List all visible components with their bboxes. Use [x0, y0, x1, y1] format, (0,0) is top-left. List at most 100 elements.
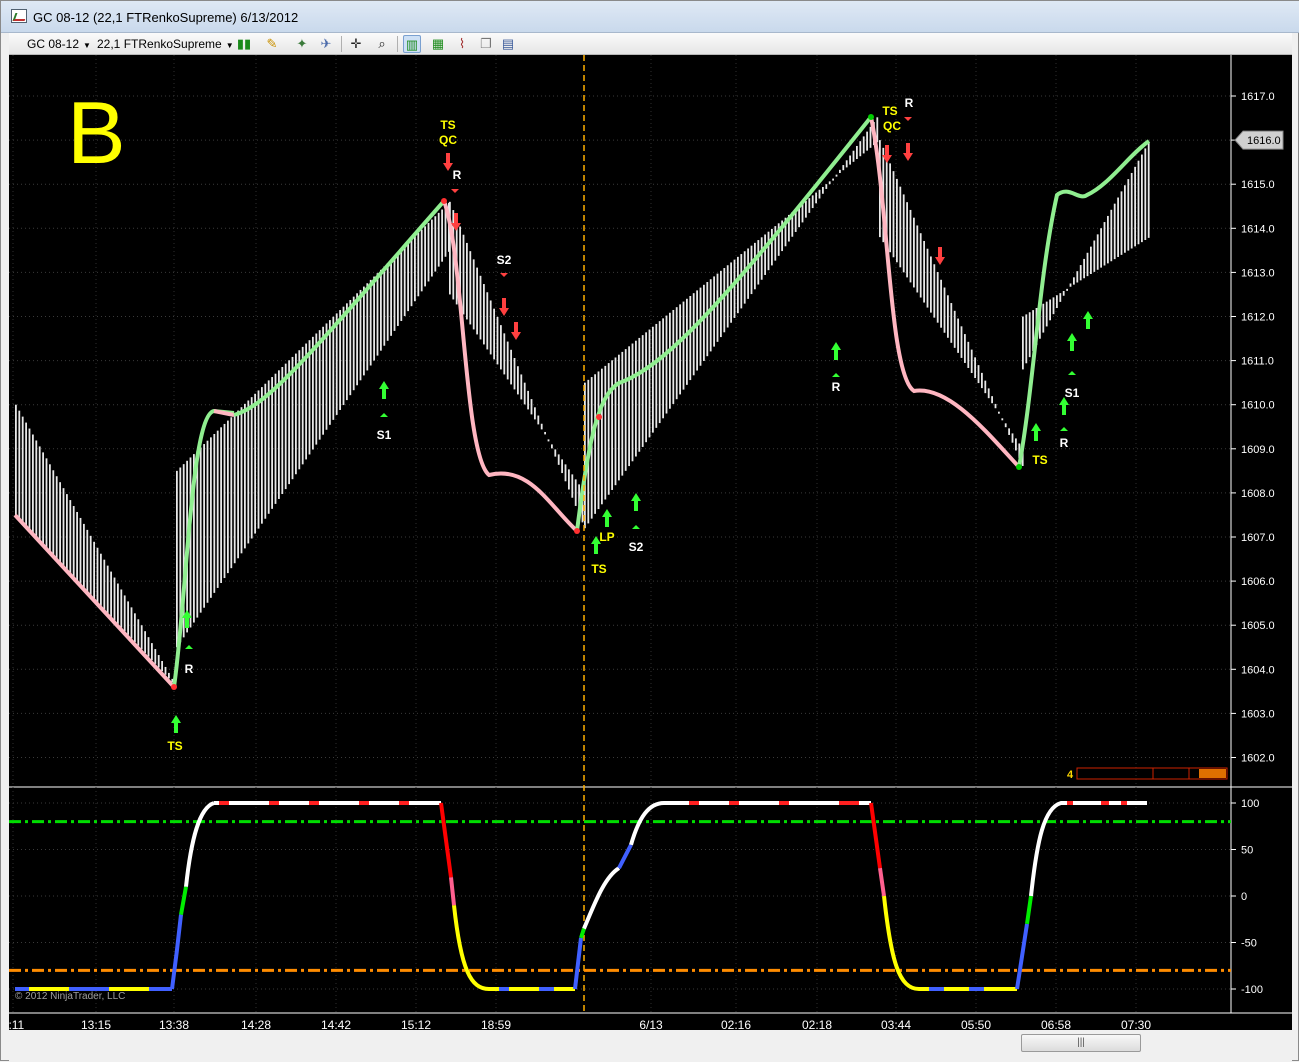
- trend-segment: [1017, 139, 1151, 468]
- oscillator-line: [449, 877, 456, 906]
- renko-bar: [1015, 438, 1017, 451]
- renko-bar: [1134, 166, 1136, 247]
- renko-bar: [1004, 423, 1007, 428]
- wand-icon[interactable]: ✦: [293, 35, 311, 53]
- instrument-selector[interactable]: GC 08-12 ▼: [27, 36, 91, 52]
- renko-bar: [655, 323, 658, 428]
- renko-bar: [203, 444, 205, 608]
- chart-area[interactable]: TS R S1 TS QC R S2 TS LP S2 R TS QC R TS R S1 1617.0 1615…: [9, 55, 1292, 1030]
- renko-bar: [902, 194, 905, 273]
- renko-bar: [852, 150, 855, 162]
- renko-bar: [176, 470, 178, 648]
- renko-bar: [434, 216, 437, 272]
- renko-bar: [520, 374, 523, 400]
- renko-bar: [410, 239, 413, 307]
- renko-bar: [760, 237, 763, 280]
- bar-style-icon[interactable]: ▦: [429, 35, 447, 53]
- renko-bar: [151, 643, 153, 661]
- renko-bar: [1073, 277, 1075, 285]
- renko-bar: [862, 136, 865, 154]
- renko-bar: [754, 242, 756, 290]
- renko-bar: [706, 282, 709, 357]
- renko-bar: [551, 444, 553, 449]
- renko-bar: [140, 625, 143, 650]
- renko-bar: [342, 306, 345, 406]
- renko-bar: [305, 343, 307, 460]
- renko-bar: [1049, 299, 1051, 321]
- renko-bar: [743, 251, 746, 304]
- horizontal-scrollbar-thumb[interactable]: |||: [1021, 1034, 1141, 1052]
- renko-bar: [648, 329, 651, 438]
- renko-bar: [1069, 283, 1072, 287]
- signal-label: LP: [599, 530, 614, 544]
- renko-bar: [62, 488, 65, 566]
- candlestick-icon[interactable]: ▮▮: [235, 35, 253, 53]
- renko-bar: [100, 553, 102, 606]
- renko-bar: [373, 276, 375, 361]
- down-arrow-icon: [903, 143, 913, 161]
- renko-bar: [137, 619, 140, 646]
- toolbar-separator: [397, 36, 398, 52]
- renko-bar: [363, 286, 365, 376]
- renko-bar: [427, 222, 430, 282]
- window-title: GC 08-12 (22,1 FTRenkoSupreme) 6/13/2012: [33, 10, 299, 25]
- renko-bar: [157, 655, 160, 668]
- renko-bar: [510, 349, 512, 385]
- renko-bar: [161, 660, 163, 672]
- renko-bar: [376, 273, 379, 356]
- renko-bar: [315, 333, 318, 445]
- pencil-icon[interactable]: ✎: [263, 35, 281, 53]
- up-arrow-icon: [631, 493, 641, 511]
- renko-bar: [356, 293, 358, 386]
- triangle-down-icon: [500, 273, 508, 277]
- renko-bar: [859, 141, 862, 157]
- zoom-icon[interactable]: ⌕: [373, 35, 391, 53]
- up-arrow-icon: [379, 381, 389, 399]
- renko-bar: [594, 374, 596, 514]
- renko-bar: [45, 458, 48, 548]
- price-chart[interactable]: TSRS1TSQCRS2TSLPS2RTSQCRTSRS1 1617.01615…: [9, 55, 1292, 1030]
- crosshair-icon[interactable]: ✛: [347, 35, 365, 53]
- chart-style-icon[interactable]: ▥: [403, 35, 421, 53]
- renko-bar: [1086, 252, 1089, 277]
- renko-bar: [1103, 222, 1106, 266]
- renko-bar: [960, 326, 963, 358]
- copy-icon[interactable]: ❐: [477, 35, 495, 53]
- renko-bar: [611, 360, 613, 490]
- price-tick-label: 1606.0: [1241, 576, 1275, 588]
- properties-icon[interactable]: ▤: [499, 35, 517, 53]
- renko-bar: [733, 259, 736, 318]
- renko-bar: [889, 163, 891, 253]
- bars-type-label: 22,1 FTRenkoSupreme: [97, 37, 222, 51]
- renko-bar: [223, 423, 226, 579]
- renko-bar: [49, 464, 51, 552]
- current-price-label: 1616.0: [1247, 135, 1281, 147]
- renko-bar: [713, 276, 715, 347]
- renko-bar: [764, 234, 766, 275]
- price-axis: 1617.0 1615.0 1614.0 1613.0 1612.0 1611.0 1610…: [1231, 91, 1284, 765]
- price-tick-label: 1615.0: [1241, 179, 1275, 191]
- triangle-up-icon: [380, 413, 388, 417]
- renko-bar: [771, 228, 773, 266]
- renko-bar: [645, 332, 647, 443]
- renko-bar: [561, 459, 563, 474]
- signal-label: S1: [1065, 386, 1080, 400]
- renko-bar: [38, 446, 41, 541]
- time-tick-label: 02:18: [802, 1018, 832, 1030]
- renko-bar: [564, 464, 567, 482]
- renko-bar: [489, 300, 492, 355]
- time-axis: 3:11 13:15 13:38 14:28 14:42 15:12 18:59 6/13 02…: [9, 1018, 1151, 1030]
- renko-bar: [301, 346, 304, 465]
- pin-icon[interactable]: ✈: [317, 35, 335, 53]
- line-chart-icon[interactable]: ⌇: [453, 35, 471, 53]
- renko-bar: [230, 417, 233, 569]
- renko-bar: [686, 298, 688, 385]
- renko-bar: [113, 577, 116, 621]
- renko-bar: [1025, 314, 1028, 364]
- bars-type-selector[interactable]: 22,1 FTRenkoSupreme ▼: [97, 36, 234, 52]
- renko-bar: [257, 390, 260, 529]
- time-tick-label: 03:44: [881, 1018, 911, 1030]
- renko-bar: [168, 672, 170, 679]
- chart-window: GC 08-12 (22,1 FTRenkoSupreme) 6/13/2012…: [0, 0, 1299, 1062]
- renko-bar: [547, 439, 550, 442]
